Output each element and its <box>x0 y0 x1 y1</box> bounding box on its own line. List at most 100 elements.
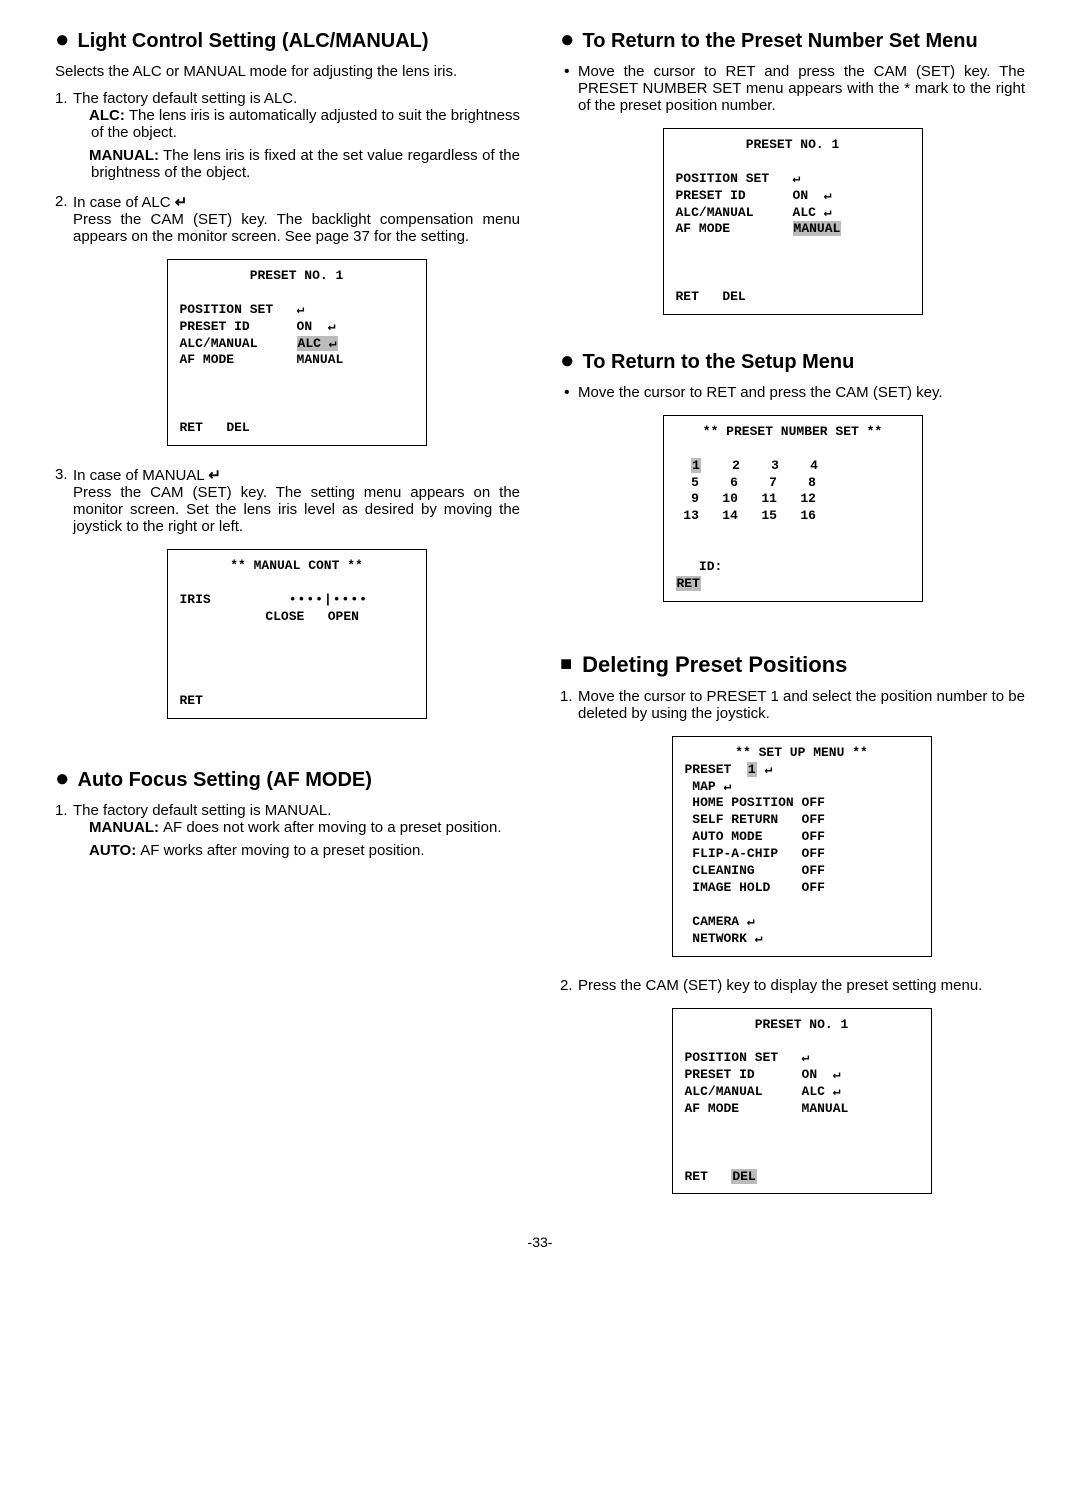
screen-val: OFF <box>802 812 825 827</box>
arrow-icon: ↵ <box>765 762 773 777</box>
right-column: ● To Return to the Preset Number Set Men… <box>560 30 1025 1214</box>
screen-title: PRESET NO. 1 <box>180 268 414 285</box>
item-number: 1. <box>55 802 68 819</box>
item-number: 1. <box>560 688 573 705</box>
id-label: ID: <box>699 559 722 574</box>
item-lead: The factory default setting is MANUAL. <box>73 802 331 819</box>
bullet-icon: ● <box>55 30 70 50</box>
screen-ret: RET <box>676 289 699 304</box>
open-label: OPEN <box>328 609 359 624</box>
screen-preset-alc: PRESET NO. 1 POSITION SET ↵ PRESET ID ON… <box>167 259 427 446</box>
num-hl: 1 <box>691 458 701 473</box>
heading-text: Auto Focus Setting (AF MODE) <box>78 769 372 792</box>
screen-val: OFF <box>802 829 825 844</box>
screen-line: CAMERA ↵ <box>685 914 755 929</box>
heading-return-preset: ● To Return to the Preset Number Set Men… <box>560 30 1025 53</box>
screen-val: MANUAL <box>802 1101 849 1116</box>
heading-light-control: ● Light Control Setting (ALC/MANUAL) <box>55 30 520 53</box>
def-label: MANUAL: <box>89 147 159 164</box>
screen-del: DEL <box>722 289 745 304</box>
screen-manual-cont: ** MANUAL CONT ** IRIS ••••|•••• CLOSE O… <box>167 549 427 719</box>
bullet-item: Move the cursor to RET and press the CAM… <box>578 384 1025 401</box>
screen-val: ↵ <box>793 171 801 186</box>
screen-val: ↵ <box>802 1050 810 1065</box>
list-item: 1. The factory default setting is ALC. A… <box>73 90 520 181</box>
list-item: 2. In case of ALC ↵ Press the CAM (SET) … <box>73 193 520 446</box>
list-item: 3. In case of MANUAL ↵ Press the CAM (SE… <box>73 466 520 719</box>
left-column: ● Light Control Setting (ALC/MANUAL) Sel… <box>55 30 520 1214</box>
screen-line: MAP ↵ <box>685 779 732 794</box>
screen-line: HOME POSITION <box>685 795 794 810</box>
def-text: The lens iris is automatically adjusted … <box>91 107 520 141</box>
heading-text: Light Control Setting (ALC/MANUAL) <box>78 30 429 53</box>
screen-del: DEL <box>226 420 249 435</box>
heading-text: To Return to the Preset Number Set Menu <box>583 30 978 53</box>
screen-val: OFF <box>802 846 825 861</box>
screen-val: OFF <box>802 795 825 810</box>
screen-line: PRESET <box>685 762 732 777</box>
def-label: AUTO: <box>89 842 136 859</box>
def-label: ALC: <box>89 107 125 124</box>
screen-title: PRESET NO. 1 <box>676 137 910 154</box>
screen-line: NETWORK ↵ <box>685 931 763 946</box>
screen-line: IMAGE HOLD <box>685 880 771 895</box>
screen-val: OFF <box>802 880 825 895</box>
screen-line: PRESET ID <box>676 188 746 203</box>
screen-preset-return: PRESET NO. 1 POSITION SET ↵ PRESET ID ON… <box>663 128 923 315</box>
item-number: 2. <box>560 977 573 994</box>
list-item: 1. The factory default setting is MANUAL… <box>73 802 520 859</box>
screen-line: POSITION SET <box>180 302 274 317</box>
screen-line: AF MODE <box>685 1101 740 1116</box>
iris-label: IRIS <box>180 592 211 607</box>
item-body: Press the CAM (SET) key. The backlight c… <box>73 211 520 245</box>
heading-text: To Return to the Setup Menu <box>583 351 855 374</box>
def-af-manual: MANUAL:AF does not work after moving to … <box>73 819 520 836</box>
screen-val: MANUAL <box>297 352 344 367</box>
screen-line: POSITION SET <box>685 1050 779 1065</box>
screen-line: POSITION SET <box>676 171 770 186</box>
screen-ret-hl: RET <box>676 576 701 591</box>
list-item: 1. Move the cursor to PRESET 1 and selec… <box>578 688 1025 957</box>
screen-title: PRESET NO. 1 <box>685 1017 919 1034</box>
screen-title: ** SET UP MENU ** <box>685 745 919 762</box>
screen-line: FLIP-A-CHIP <box>685 846 779 861</box>
heading-return-setup: ● To Return to the Setup Menu <box>560 351 1025 374</box>
page-number: -33- <box>55 1234 1025 1250</box>
num-hl: 1 <box>747 762 757 777</box>
screen-val: ↵ <box>297 302 305 317</box>
screen-val-hl: ALC ↵ <box>297 336 338 351</box>
def-manual: MANUAL:The lens iris is fixed at the set… <box>73 147 520 181</box>
bullet-icon: ● <box>560 351 575 371</box>
screen-val: ALC ↵ <box>793 205 832 220</box>
screen-ret: RET <box>180 693 203 708</box>
bullet-icon: ● <box>560 30 575 50</box>
screen-line: SELF RETURN <box>685 812 779 827</box>
screen-line: PRESET ID <box>685 1067 755 1082</box>
item-lead: In case of ALC <box>73 194 175 211</box>
screen-line: AUTO MODE <box>685 829 763 844</box>
heading-text: Deleting Preset Positions <box>582 652 847 678</box>
item-number: 1. <box>55 90 68 107</box>
screen-line: AF MODE <box>180 352 235 367</box>
bullet-icon: ● <box>55 769 70 789</box>
heading-af-mode: ● Auto Focus Setting (AF MODE) <box>55 769 520 792</box>
iris-bar: ••••|•••• <box>289 592 368 609</box>
screen-line: AF MODE <box>676 221 731 236</box>
def-label: MANUAL: <box>89 819 159 836</box>
screen-val: ON ↵ <box>297 319 336 334</box>
def-text: AF does not work after moving to a pre­s… <box>163 819 502 836</box>
item-number: 3. <box>55 466 68 483</box>
screen-ret: RET <box>685 1169 708 1184</box>
screen-setup-menu: ** SET UP MENU **PRESET 1 ↵ MAP ↵ HOME P… <box>672 736 932 957</box>
screen-val: ALC ↵ <box>802 1084 841 1099</box>
screen-preset-delete: PRESET NO. 1 POSITION SET ↵ PRESET ID ON… <box>672 1008 932 1195</box>
arrow-icon: ↵ <box>208 467 221 484</box>
screen-preset-number-set: ** PRESET NUMBER SET ** 1 2 3 4 5 6 7 8 … <box>663 415 923 602</box>
arrow-icon: ↵ <box>175 194 188 211</box>
item-lead: In case of MANUAL <box>73 467 208 484</box>
item-lead: The factory default setting is ALC. <box>73 90 297 107</box>
def-af-auto: AUTO:AF works after moving to a preset p… <box>73 842 520 859</box>
list-item: 2. Press the CAM (SET) key to display th… <box>578 977 1025 1195</box>
screen-line: ALC/MANUAL <box>676 205 754 220</box>
bullet-item: Move the cursor to RET and press the CAM… <box>578 63 1025 114</box>
